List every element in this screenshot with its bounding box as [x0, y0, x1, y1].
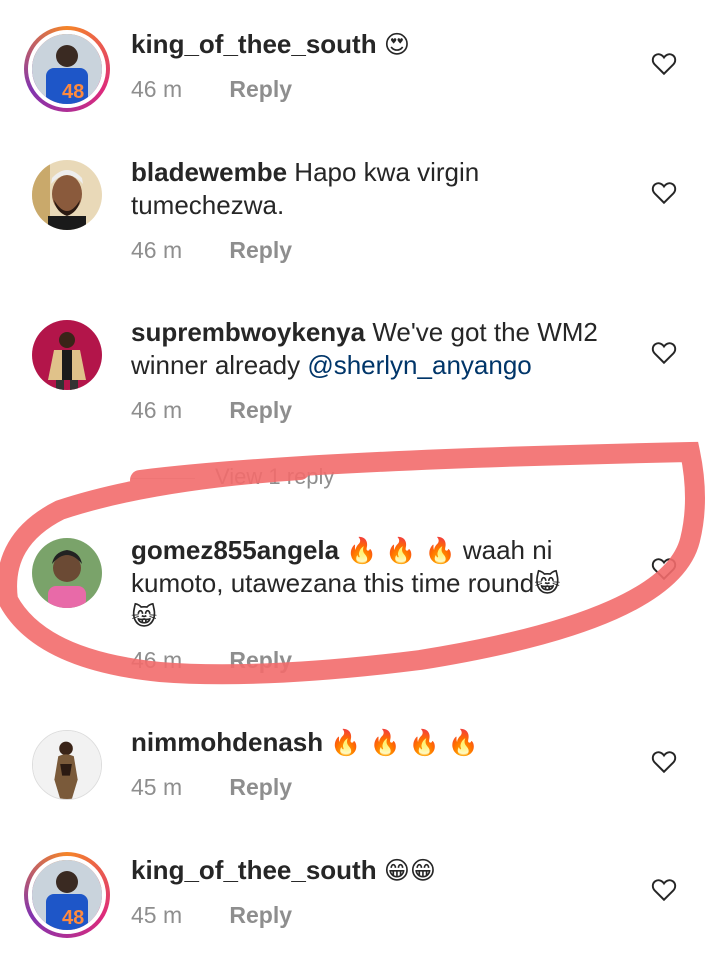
- comment-text: bladewembe Hapo kwa virgin tumechezwa.: [131, 156, 631, 222]
- comment-meta: 45 m Reply: [131, 902, 292, 929]
- reply-button[interactable]: Reply: [229, 902, 292, 928]
- avatar[interactable]: [32, 160, 102, 230]
- avatar[interactable]: [32, 730, 102, 800]
- comment-body-line2: tumechezwa.: [131, 190, 285, 220]
- comment-text: king_of_thee_south 😁😁: [131, 854, 631, 887]
- comment-text: king_of_thee_south 😍: [131, 28, 631, 61]
- jersey-number: 48: [62, 907, 84, 929]
- heart-icon[interactable]: [651, 878, 677, 902]
- jersey-number: 48: [62, 81, 84, 103]
- username[interactable]: gomez855angela: [131, 535, 339, 565]
- heart-icon[interactable]: [651, 557, 677, 581]
- divider-line: [131, 477, 195, 479]
- avatar[interactable]: 48: [24, 852, 110, 938]
- grin-emoji: 😁😁: [383, 856, 436, 885]
- emoji: 😍: [383, 30, 410, 59]
- heart-icon[interactable]: [651, 52, 677, 76]
- avatar-image: [33, 731, 101, 799]
- username[interactable]: king_of_thee_south: [131, 29, 377, 59]
- fire-emoji: 🔥 🔥 🔥 🔥: [330, 728, 479, 757]
- reply-button[interactable]: Reply: [229, 774, 292, 800]
- grinning-cat-emoji: 😸: [534, 569, 561, 598]
- comment-body-line2: kumoto, utawezana this time round: [131, 568, 535, 598]
- heart-icon[interactable]: [651, 750, 677, 774]
- reply-button[interactable]: Reply: [229, 237, 292, 263]
- view-replies-label: View 1 reply: [215, 464, 335, 489]
- reply-button[interactable]: Reply: [229, 647, 292, 673]
- timestamp: 45 m: [131, 902, 183, 928]
- comment-meta: 45 m Reply: [131, 774, 292, 801]
- heart-icon[interactable]: [651, 341, 677, 365]
- comment-body: waah ni: [455, 535, 553, 565]
- mention-link[interactable]: @sherlyn_anyango: [307, 350, 531, 380]
- reply-button[interactable]: Reply: [229, 397, 292, 423]
- view-replies-link[interactable]: View 1 reply: [131, 464, 334, 490]
- avatar[interactable]: [32, 320, 102, 390]
- grinning-cat-emoji: 😸: [131, 602, 158, 631]
- username[interactable]: suprembwoykenya: [131, 317, 365, 347]
- avatar-image: [32, 320, 102, 390]
- heart-icon[interactable]: [651, 181, 677, 205]
- fire-emoji: 🔥 🔥 🔥: [346, 536, 456, 565]
- username[interactable]: nimmohdenash: [131, 727, 323, 757]
- timestamp: 45 m: [131, 774, 183, 800]
- avatar-image: [32, 160, 102, 230]
- comment-meta: 46 m Reply: [131, 397, 292, 424]
- avatar[interactable]: [32, 538, 102, 608]
- timestamp: 46 m: [131, 237, 183, 263]
- username[interactable]: bladewembe: [131, 157, 287, 187]
- comment-meta: 46 m Reply: [131, 237, 292, 264]
- comment-body: Hapo kwa virgin: [287, 157, 480, 187]
- timestamp: 46 m: [131, 397, 183, 423]
- avatar-image: 48: [32, 34, 102, 104]
- comment-meta: 46 m Reply: [131, 76, 292, 103]
- reply-button[interactable]: Reply: [229, 76, 292, 102]
- comment-text: gomez855angela 🔥 🔥 🔥 waah ni kumoto, uta…: [131, 534, 631, 633]
- comment-text: nimmohdenash 🔥 🔥 🔥 🔥: [131, 726, 631, 759]
- comment-body-line2: winner already: [131, 350, 308, 380]
- comment-body: We've got the WM2: [365, 317, 598, 347]
- timestamp: 46 m: [131, 76, 183, 102]
- avatar-image: 48: [32, 860, 102, 930]
- avatar[interactable]: 48: [24, 26, 110, 112]
- timestamp: 46 m: [131, 647, 183, 673]
- avatar-image: [32, 538, 102, 608]
- comment-text: suprembwoykenya We've got the WM2 winner…: [131, 316, 631, 382]
- username[interactable]: king_of_thee_south: [131, 855, 377, 885]
- comment-meta: 46 m Reply: [131, 647, 292, 674]
